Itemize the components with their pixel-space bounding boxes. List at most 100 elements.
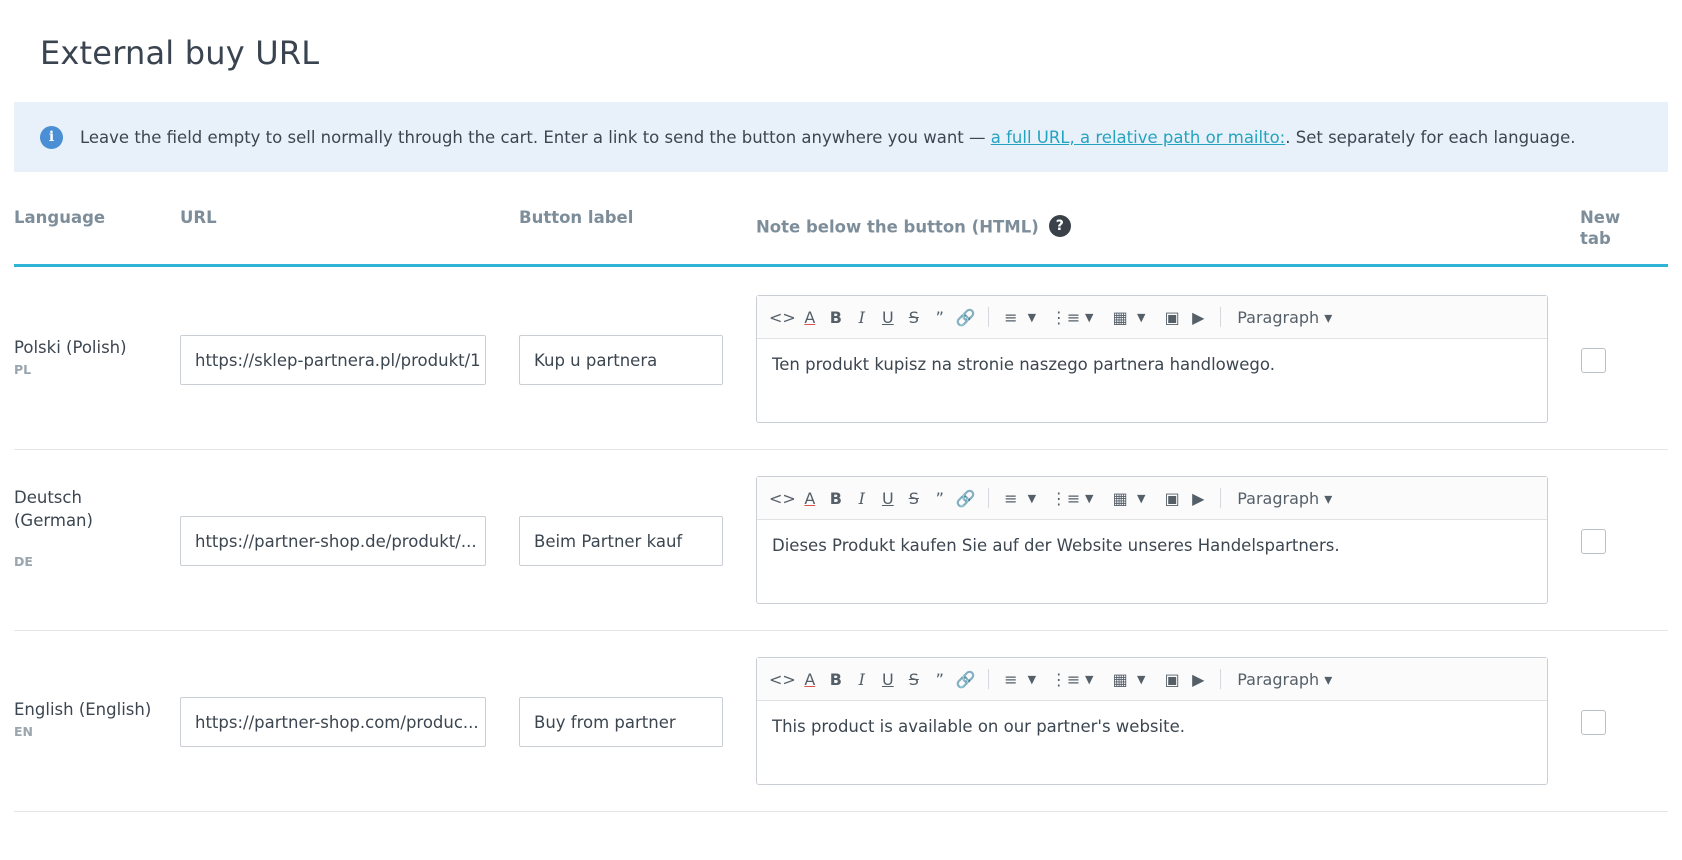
quote-icon[interactable]: ” xyxy=(928,303,952,331)
underline-icon[interactable]: U xyxy=(876,303,900,331)
table-icon[interactable]: ▦ xyxy=(1108,303,1132,331)
paragraph-format-select[interactable]: Paragraph ▾ xyxy=(1237,670,1332,689)
table-row: Polski (Polish) PL https://sklep-partner… xyxy=(14,269,1668,450)
video-icon[interactable]: ▶ xyxy=(1186,665,1210,693)
align-icon[interactable]: ≡ xyxy=(999,303,1023,331)
video-icon[interactable]: ▶ xyxy=(1186,303,1210,331)
align-icon[interactable]: ≡ xyxy=(999,665,1023,693)
toolbar-divider xyxy=(1220,307,1222,327)
toolbar-divider xyxy=(987,669,989,689)
table-icon[interactable]: ▦ xyxy=(1108,484,1132,512)
font-color-icon[interactable]: A xyxy=(798,484,822,512)
editor-toolbar: <> A B I U S” 🔗 ≡ ▼ ⋮≡ ▼ ▦ ▼ ▣ ▶ Paragraph ▾ xyxy=(757,477,1547,520)
chevron-down-icon[interactable]: ▼ xyxy=(1025,484,1039,512)
image-icon[interactable]: ▣ xyxy=(1160,665,1184,693)
strikethrough-icon[interactable]: S xyxy=(902,665,926,693)
link-icon[interactable]: 🔗 xyxy=(954,484,978,512)
table-icon[interactable]: ▦ xyxy=(1108,665,1132,693)
underline-icon[interactable]: U xyxy=(876,484,900,512)
toolbar-divider xyxy=(987,307,989,327)
new-tab-checkbox[interactable] xyxy=(1581,348,1606,373)
bold-icon[interactable]: B xyxy=(824,665,848,693)
underline-icon[interactable]: U xyxy=(876,665,900,693)
note-editor: <> A B I U S” 🔗 ≡ ▼ ⋮≡ ▼ ▦ ▼ ▣ ▶ Paragraph ▾ This produ… xyxy=(756,657,1548,785)
list-icon[interactable]: ⋮≡ xyxy=(1051,303,1080,331)
chevron-down-icon[interactable]: ▼ xyxy=(1134,484,1148,512)
strikethrough-icon[interactable]: S xyxy=(902,303,926,331)
paragraph-format-select[interactable]: Paragraph ▾ xyxy=(1237,308,1332,327)
code-icon[interactable]: <> xyxy=(769,303,796,331)
new-tab-checkbox[interactable] xyxy=(1581,710,1606,735)
italic-icon[interactable]: I xyxy=(850,484,874,512)
button-label-input[interactable]: Beim Partner kauf xyxy=(519,516,723,566)
image-icon[interactable]: ▣ xyxy=(1160,303,1184,331)
image-icon[interactable]: ▣ xyxy=(1160,484,1184,512)
chevron-down-icon[interactable]: ▼ xyxy=(1082,484,1096,512)
info-text-after: . Set separately for each language. xyxy=(1285,127,1576,147)
new-tab-checkbox[interactable] xyxy=(1581,529,1606,554)
language-name: Deutsch (German) xyxy=(14,488,93,530)
header-new-tab-line2: tab xyxy=(1580,229,1611,248)
chevron-down-icon[interactable]: ▼ xyxy=(1025,665,1039,693)
strikethrough-icon[interactable]: S xyxy=(902,484,926,512)
list-icon[interactable]: ⋮≡ xyxy=(1051,484,1080,512)
font-color-icon[interactable]: A xyxy=(798,303,822,331)
info-text-before: Leave the field empty to sell normally t… xyxy=(80,127,991,147)
toolbar-divider xyxy=(1220,488,1222,508)
header-url: URL xyxy=(180,208,217,227)
link-icon[interactable]: 🔗 xyxy=(954,665,978,693)
paragraph-format-select[interactable]: Paragraph ▾ xyxy=(1237,489,1332,508)
language-name: English (English) xyxy=(14,700,152,719)
page-title: External buy URL xyxy=(40,34,320,72)
help-icon[interactable]: ? xyxy=(1048,215,1071,237)
header-note: Note below the button (HTML)? xyxy=(756,215,1071,239)
bold-icon[interactable]: B xyxy=(824,484,848,512)
link-icon[interactable]: 🔗 xyxy=(954,303,978,331)
url-input[interactable]: https://partner-shop.com/produc... xyxy=(180,697,486,747)
code-icon[interactable]: <> xyxy=(769,484,796,512)
quote-icon[interactable]: ” xyxy=(928,484,952,512)
editor-toolbar: <> A B I U S” 🔗 ≡ ▼ ⋮≡ ▼ ▦ ▼ ▣ ▶ Paragraph ▾ xyxy=(757,658,1547,701)
align-icon[interactable]: ≡ xyxy=(999,484,1023,512)
url-input[interactable]: https://partner-shop.de/produkt/... xyxy=(180,516,486,566)
chevron-down-icon[interactable]: ▼ xyxy=(1134,665,1148,693)
note-editor-content[interactable]: This product is available on our partner… xyxy=(757,701,1547,752)
video-icon[interactable]: ▶ xyxy=(1186,484,1210,512)
info-icon: i xyxy=(40,125,63,149)
chevron-down-icon[interactable]: ▼ xyxy=(1025,303,1039,331)
toolbar-divider xyxy=(1220,669,1222,689)
italic-icon[interactable]: I xyxy=(850,665,874,693)
url-input[interactable]: https://sklep-partnera.pl/produkt/1 xyxy=(180,335,486,385)
note-editor: <> A B I U S” 🔗 ≡ ▼ ⋮≡ ▼ ▦ ▼ ▣ ▶ Paragraph ▾ Dieses Pro… xyxy=(756,476,1548,604)
button-label-input[interactable]: Kup u partnera xyxy=(519,335,723,385)
chevron-down-icon[interactable]: ▼ xyxy=(1082,665,1096,693)
info-text: Leave the field empty to sell normally t… xyxy=(80,128,1576,147)
toolbar-divider xyxy=(987,488,989,508)
header-language: Language xyxy=(14,208,106,227)
chevron-down-icon[interactable]: ▼ xyxy=(1082,303,1096,331)
bold-icon[interactable]: B xyxy=(824,303,848,331)
header-new-tab: New tab xyxy=(1580,207,1620,249)
font-color-icon[interactable]: A xyxy=(798,665,822,693)
italic-icon[interactable]: I xyxy=(850,303,874,331)
table-row: English (English) EN https://partner-sho… xyxy=(14,631,1668,812)
page: External buy URL i Leave the field empty… xyxy=(0,0,1682,860)
language-code: EN xyxy=(14,724,34,739)
note-editor-content[interactable]: Ten produkt kupisz na stronie naszego pa… xyxy=(757,339,1547,390)
language-code: PL xyxy=(14,362,32,377)
list-icon[interactable]: ⋮≡ xyxy=(1051,665,1080,693)
header-button-label: Button label xyxy=(519,208,634,227)
header-note-label: Note below the button (HTML) xyxy=(756,217,1039,237)
table-header: Language URL Button label Note below the… xyxy=(14,205,1668,267)
language-name: Polski (Polish) xyxy=(14,338,127,357)
editor-toolbar: <> A B I U S” 🔗 ≡ ▼ ⋮≡ ▼ ▦ ▼ ▣ ▶ Paragraph ▾ xyxy=(757,296,1547,339)
quote-icon[interactable]: ” xyxy=(928,665,952,693)
chevron-down-icon[interactable]: ▼ xyxy=(1134,303,1148,331)
info-banner: i Leave the field empty to sell normally… xyxy=(14,102,1668,172)
button-label-input[interactable]: Buy from partner xyxy=(519,697,723,747)
language-code: DE xyxy=(14,554,33,569)
note-editor-content[interactable]: Dieses Produkt kaufen Sie auf der Websit… xyxy=(757,520,1547,571)
code-icon[interactable]: <> xyxy=(769,665,796,693)
info-help-link[interactable]: a full URL, a relative path or mailto: xyxy=(991,128,1285,147)
note-editor: <> A B I U S” 🔗 ≡ ▼ ⋮≡ ▼ ▦ ▼ ▣ ▶ Paragraph ▾ Ten produk… xyxy=(756,295,1548,423)
